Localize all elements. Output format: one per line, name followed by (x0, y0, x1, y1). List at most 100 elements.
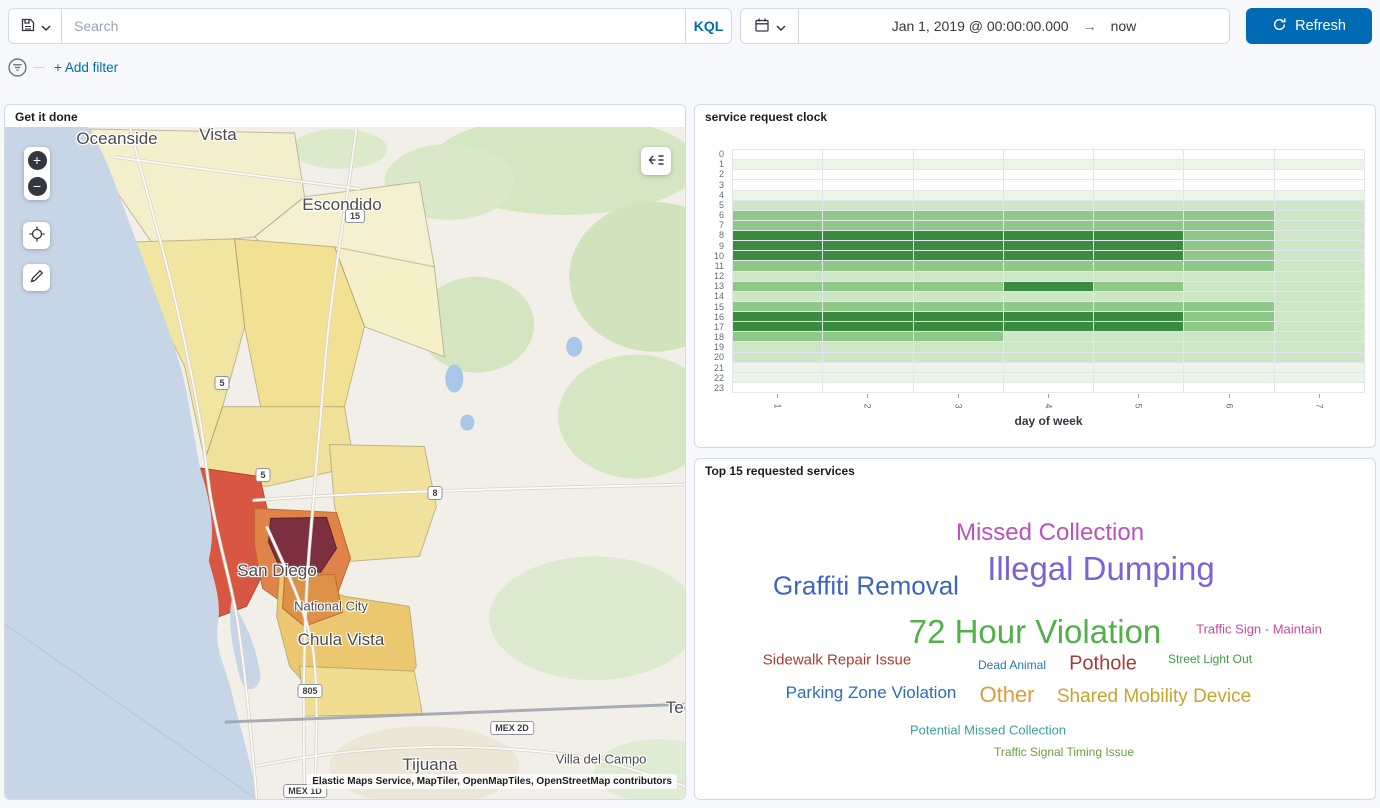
tagcloud-word[interactable]: Potential Missed Collection (910, 723, 1066, 738)
heatmap-cell[interactable] (733, 231, 822, 240)
heatmap-cell[interactable] (733, 211, 822, 220)
heatmap-cell[interactable] (1184, 292, 1273, 301)
heatmap-cell[interactable] (914, 292, 1003, 301)
heatmap-cell[interactable] (1275, 191, 1364, 200)
heatmap-cell[interactable] (733, 272, 822, 281)
heatmap-cell[interactable] (733, 170, 822, 179)
heatmap-cell[interactable] (1184, 180, 1273, 189)
heatmap-cell[interactable] (1094, 322, 1183, 331)
heatmap-cell[interactable] (1004, 342, 1093, 351)
saved-query-button[interactable] (8, 8, 62, 44)
heatmap-cell[interactable] (914, 272, 1003, 281)
heatmap-cell[interactable] (1004, 373, 1093, 382)
heatmap-cell[interactable] (1184, 261, 1273, 270)
heatmap-cell[interactable] (1184, 363, 1273, 372)
heatmap-cell[interactable] (1184, 373, 1273, 382)
heatmap-cell[interactable] (1094, 383, 1183, 392)
heatmap-cell[interactable] (733, 180, 822, 189)
heatmap-cell[interactable] (1184, 353, 1273, 362)
heatmap-cell[interactable] (914, 261, 1003, 270)
heatmap-cell[interactable] (914, 180, 1003, 189)
heatmap-cell[interactable] (914, 211, 1003, 220)
heatmap-cell[interactable] (733, 150, 822, 159)
heatmap-cell[interactable] (1184, 221, 1273, 230)
heatmap-cell[interactable] (1275, 383, 1364, 392)
heatmap-cell[interactable] (1184, 241, 1273, 250)
heatmap-cell[interactable] (1094, 272, 1183, 281)
refresh-button[interactable]: Refresh (1246, 8, 1372, 44)
add-filter-button[interactable]: + Add filter (54, 60, 118, 75)
heatmap-cell[interactable] (1184, 342, 1273, 351)
heatmap-cell[interactable] (914, 312, 1003, 321)
heatmap-cell[interactable] (1275, 282, 1364, 291)
heatmap-cell[interactable] (733, 363, 822, 372)
heatmap-cell[interactable] (733, 221, 822, 230)
tagcloud-word[interactable]: Sidewalk Repair Issue (763, 652, 911, 669)
heatmap-cell[interactable] (1004, 332, 1093, 341)
heatmap-cell[interactable] (1004, 180, 1093, 189)
heatmap-cell[interactable] (1004, 282, 1093, 291)
zoom-out-button[interactable]: − (28, 177, 47, 196)
heatmap-cell[interactable] (733, 292, 822, 301)
heatmap-cell[interactable] (914, 221, 1003, 230)
tagcloud-word[interactable]: Pothole (1069, 653, 1137, 676)
tagcloud-word[interactable]: Parking Zone Violation (786, 683, 957, 703)
heatmap-cell[interactable] (914, 282, 1003, 291)
heatmap-cell[interactable] (1275, 221, 1364, 230)
search-input[interactable] (62, 9, 685, 43)
heatmap-cell[interactable] (1275, 302, 1364, 311)
heatmap-cell[interactable] (1004, 353, 1093, 362)
heatmap-cell[interactable] (1275, 363, 1364, 372)
heatmap-cell[interactable] (823, 191, 912, 200)
heatmap-cell[interactable] (1275, 160, 1364, 169)
heatmap-cell[interactable] (1184, 272, 1273, 281)
heatmap-cell[interactable] (1184, 160, 1273, 169)
heatmap-cell[interactable] (733, 383, 822, 392)
heatmap-cell[interactable] (733, 332, 822, 341)
heatmap-cell[interactable] (733, 261, 822, 270)
heatmap-cell[interactable] (823, 292, 912, 301)
heatmap-cell[interactable] (1275, 342, 1364, 351)
tagcloud-word[interactable]: 72 Hour Violation (909, 613, 1162, 651)
heatmap-cell[interactable] (1094, 312, 1183, 321)
heatmap-cell[interactable] (1094, 292, 1183, 301)
heatmap-cell[interactable] (1275, 170, 1364, 179)
heatmap-cell[interactable] (823, 160, 912, 169)
heatmap-cell[interactable] (733, 342, 822, 351)
heatmap-cell[interactable] (1184, 322, 1273, 331)
heatmap-cell[interactable] (1094, 201, 1183, 210)
panel-title[interactable]: service request clock (695, 105, 837, 124)
heatmap-cell[interactable] (823, 353, 912, 362)
heatmap-cell[interactable] (1094, 221, 1183, 230)
heatmap-cell[interactable] (1184, 282, 1273, 291)
heatmap-cell[interactable] (1275, 373, 1364, 382)
heatmap-cell[interactable] (1094, 180, 1183, 189)
heatmap-cell[interactable] (914, 342, 1003, 351)
heatmap-cell[interactable] (1004, 150, 1093, 159)
heatmap-cell[interactable] (1184, 191, 1273, 200)
heatmap-cell[interactable] (1004, 201, 1093, 210)
heatmap-cell[interactable] (823, 150, 912, 159)
heatmap-cell[interactable] (1094, 353, 1183, 362)
heatmap-cell[interactable] (1004, 170, 1093, 179)
heatmap-cell[interactable] (1184, 383, 1273, 392)
heatmap-cell[interactable] (1184, 231, 1273, 240)
map-canvas[interactable]: OceansideVistaEscondidoSan DiegoNational… (5, 127, 685, 799)
heatmap-cell[interactable] (1275, 150, 1364, 159)
heatmap-cell[interactable] (914, 383, 1003, 392)
heatmap-cell[interactable] (823, 241, 912, 250)
heatmap-cell[interactable] (1094, 302, 1183, 311)
heatmap-cell[interactable] (823, 211, 912, 220)
heatmap-cell[interactable] (1275, 292, 1364, 301)
heatmap-cell[interactable] (914, 363, 1003, 372)
heatmap-cell[interactable] (914, 241, 1003, 250)
heatmap-cell[interactable] (1275, 211, 1364, 220)
heatmap-cell[interactable] (823, 272, 912, 281)
heatmap-cell[interactable] (1004, 383, 1093, 392)
heatmap-cell[interactable] (1184, 211, 1273, 220)
heatmap-cell[interactable] (1004, 251, 1093, 260)
heatmap-cell[interactable] (823, 312, 912, 321)
heatmap-cell[interactable] (1004, 221, 1093, 230)
heatmap-cell[interactable] (733, 241, 822, 250)
heatmap-cell[interactable] (823, 261, 912, 270)
